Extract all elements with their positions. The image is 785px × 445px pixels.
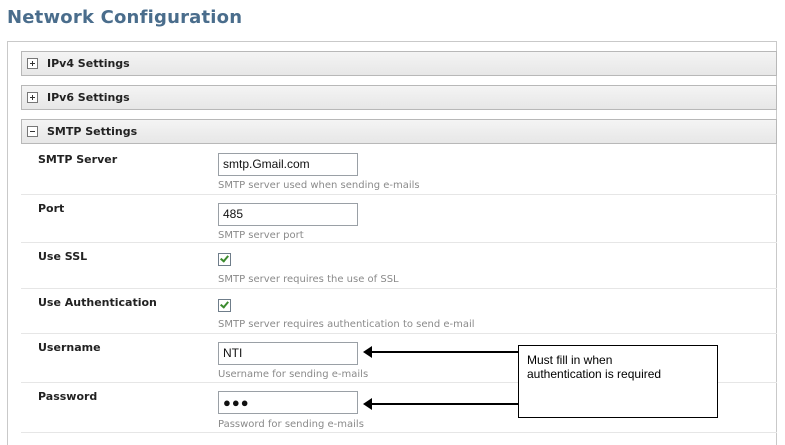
username-description: Username for sending e-mails	[218, 369, 369, 380]
use-auth-row: Use Authentication SMTP server requires …	[21, 289, 777, 334]
smtp-server-description: SMTP server used when sending e-mails	[218, 180, 420, 191]
section-label-ipv6: IPv6 Settings	[47, 91, 130, 104]
username-label: Username	[38, 341, 101, 354]
use-auth-description: SMTP server requires authentication to s…	[218, 319, 475, 330]
use-ssl-checkbox[interactable]	[218, 253, 231, 266]
port-description: SMTP server port	[218, 230, 304, 241]
username-input[interactable]: NTI	[218, 342, 358, 365]
use-auth-checkbox[interactable]	[218, 299, 231, 312]
annotation-arrow-password	[363, 398, 518, 410]
checkmark-icon	[220, 299, 229, 309]
section-label-smtp: SMTP Settings	[47, 125, 138, 138]
smtp-server-label: SMTP Server	[38, 153, 118, 166]
smtp-server-row: SMTP Server smtp.Gmail.com SMTP server u…	[21, 146, 777, 195]
port-row: Port 485 SMTP server port	[21, 195, 777, 243]
annotation-arrow-username	[363, 346, 518, 358]
password-description: Password for sending e-mails	[218, 419, 364, 430]
smtp-server-input[interactable]: smtp.Gmail.com	[218, 153, 358, 176]
collapse-minus-icon[interactable]	[27, 126, 38, 137]
section-header-ipv6[interactable]: IPv6 Settings	[21, 85, 777, 110]
expand-plus-icon[interactable]	[27, 92, 38, 103]
page-title: Network Configuration	[7, 7, 243, 28]
use-ssl-description: SMTP server requires the use of SSL	[218, 274, 399, 285]
password-label: Password	[38, 390, 98, 403]
checkmark-icon	[220, 253, 229, 263]
section-header-smtp[interactable]: SMTP Settings	[21, 119, 777, 144]
port-input[interactable]: 485	[218, 203, 358, 226]
password-input[interactable]: ●●●	[218, 391, 358, 414]
use-ssl-row: Use SSL SMTP server requires the use of …	[21, 243, 777, 289]
annotation-callout: Must fill in when authentication is requ…	[518, 345, 718, 418]
expand-plus-icon[interactable]	[27, 58, 38, 69]
annotation-line-2: authentication is required	[527, 367, 662, 381]
annotation-line-1: Must fill in when	[527, 353, 613, 367]
use-ssl-label: Use SSL	[38, 250, 88, 263]
use-auth-label: Use Authentication	[38, 296, 157, 309]
port-label: Port	[38, 202, 65, 215]
section-label-ipv4: IPv4 Settings	[47, 57, 130, 70]
section-header-ipv4[interactable]: IPv4 Settings	[21, 51, 777, 76]
